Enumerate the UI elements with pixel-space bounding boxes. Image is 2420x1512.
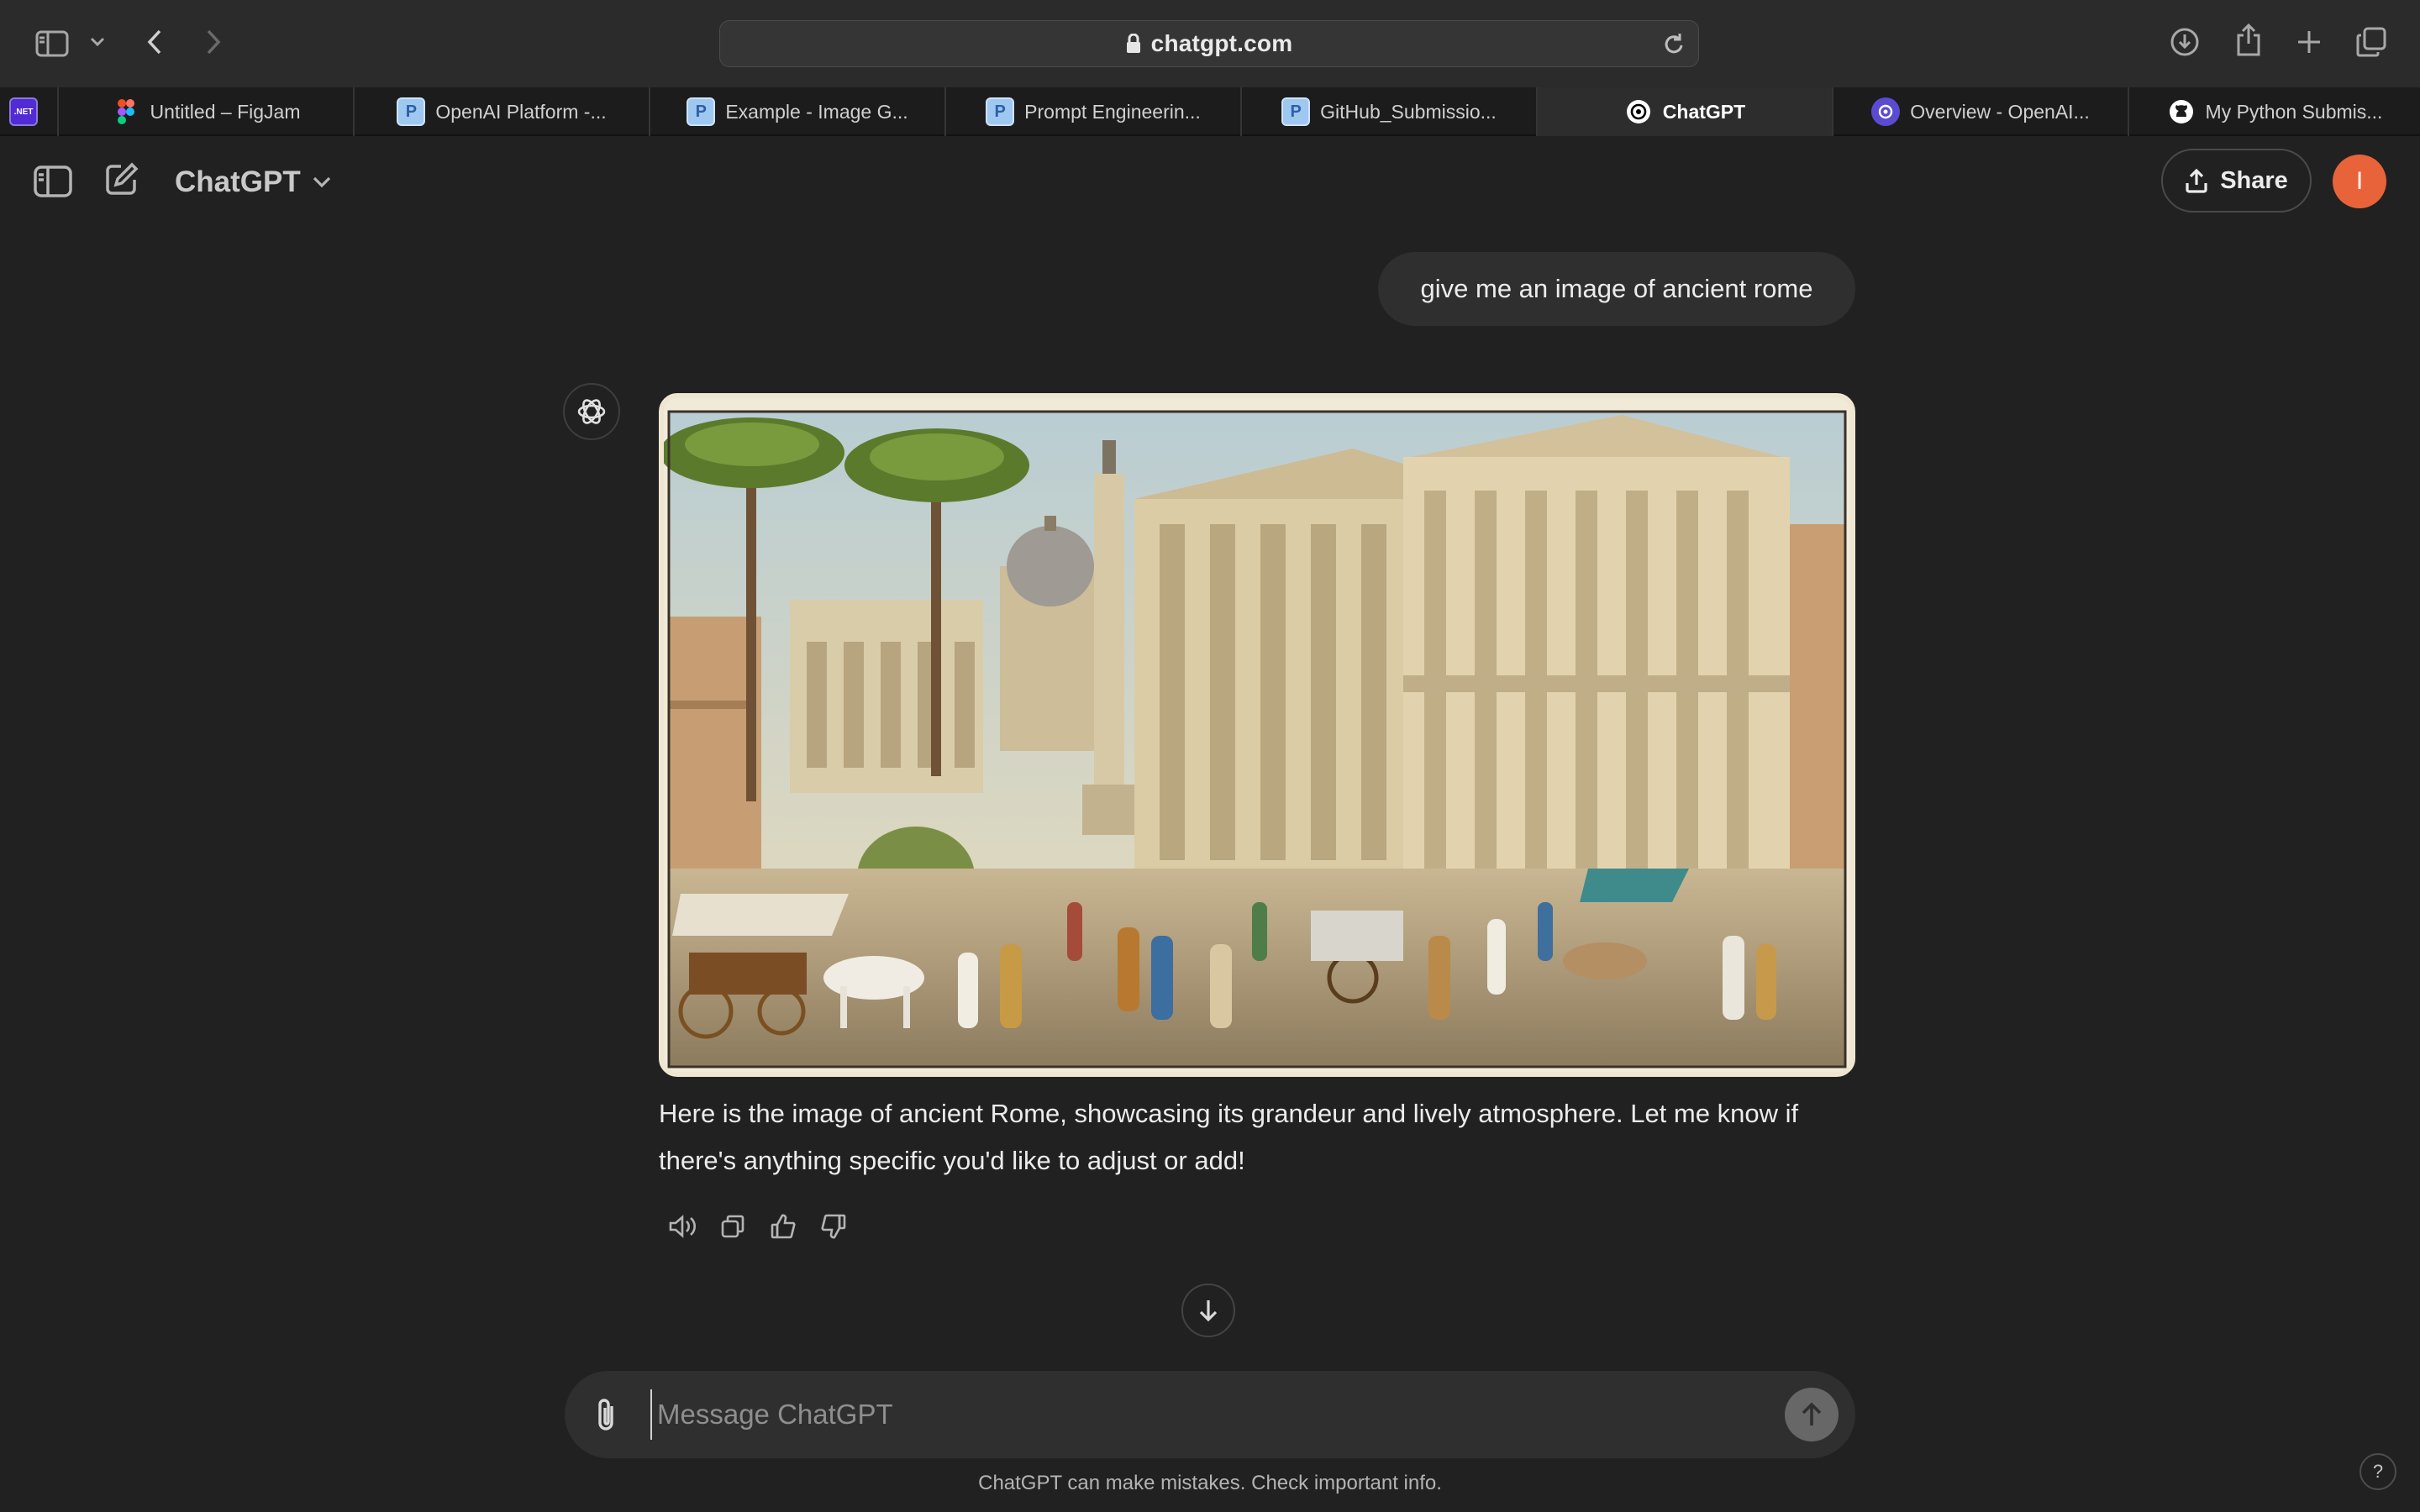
chevron-down-icon[interactable] bbox=[87, 32, 108, 52]
dotnet-icon: .NET bbox=[9, 97, 38, 126]
assistant-message: Here is the image of ancient Rome, showc… bbox=[659, 1099, 1799, 1175]
tab-label: Untitled – FigJam bbox=[150, 100, 301, 123]
url-bar[interactable]: chatgpt.com bbox=[719, 20, 1699, 67]
tab-label: OpenAI Platform -... bbox=[435, 100, 607, 123]
thumbs-down-icon[interactable] bbox=[808, 1210, 859, 1243]
model-name: ChatGPT bbox=[175, 165, 301, 198]
tab-label: GitHub_Submissio... bbox=[1320, 100, 1497, 123]
tab-strip: .NET Untitled – FigJam P OpenAI Platform… bbox=[0, 87, 2420, 136]
openai-icon bbox=[1624, 97, 1653, 126]
bookmark-p-icon: P bbox=[1281, 97, 1311, 126]
tab-overview-icon[interactable] bbox=[2354, 25, 2388, 59]
tab-dotnet[interactable]: .NET bbox=[0, 87, 59, 136]
tab-openai-overview[interactable]: Overview - OpenAI... bbox=[1833, 87, 2129, 136]
tab-github[interactable]: My Python Submis... bbox=[2129, 87, 2420, 136]
generated-image[interactable] bbox=[659, 393, 1855, 1077]
disclaimer: ChatGPT can make mistakes. Check importa… bbox=[978, 1472, 1442, 1494]
composer bbox=[565, 1371, 1855, 1458]
bookmark-p-icon: P bbox=[687, 97, 716, 126]
tab-github-submission[interactable]: P GitHub_Submissio... bbox=[1242, 87, 1538, 136]
message-actions bbox=[657, 1210, 859, 1243]
arrow-up-icon bbox=[1800, 1401, 1823, 1428]
share-sheet-icon[interactable] bbox=[2232, 22, 2265, 59]
tab-label: Overview - OpenAI... bbox=[1910, 100, 2090, 123]
share-label: Share bbox=[2220, 166, 2288, 194]
new-tab-icon[interactable] bbox=[2292, 25, 2326, 59]
tab-prompt-engineering[interactable]: P Prompt Engineerin... bbox=[946, 87, 1242, 136]
user-message: give me an image of ancient rome bbox=[1378, 252, 1855, 326]
bookmark-p-icon: P bbox=[986, 97, 1015, 126]
copy-icon[interactable] bbox=[708, 1210, 758, 1243]
upload-icon bbox=[2185, 168, 2208, 193]
arrow-down-icon bbox=[1197, 1298, 1219, 1323]
tab-label: Example - Image G... bbox=[725, 100, 908, 123]
app-header: ChatGPT Share I bbox=[0, 136, 2420, 227]
model-switcher[interactable]: ChatGPT bbox=[175, 161, 331, 203]
tab-chatgpt[interactable]: ChatGPT bbox=[1538, 87, 1833, 136]
share-button[interactable]: Share bbox=[2161, 149, 2312, 213]
avatar[interactable]: I bbox=[2333, 155, 2386, 208]
tab-openai-platform[interactable]: P OpenAI Platform -... bbox=[355, 87, 650, 136]
chatgpt-logo-icon bbox=[563, 383, 620, 440]
downloads-icon[interactable] bbox=[2168, 25, 2202, 59]
browser-toolbar: chatgpt.com bbox=[0, 0, 2420, 87]
new-chat-icon[interactable] bbox=[104, 161, 139, 197]
tab-label: My Python Submis... bbox=[2205, 100, 2383, 123]
github-icon bbox=[2167, 97, 2196, 126]
lock-icon bbox=[1126, 34, 1141, 54]
chevron-down-icon bbox=[313, 176, 331, 188]
help-button[interactable]: ? bbox=[2360, 1453, 2396, 1490]
read-aloud-icon[interactable] bbox=[657, 1210, 708, 1243]
url-text: chatgpt.com bbox=[1150, 30, 1293, 56]
message-input[interactable] bbox=[650, 1389, 1743, 1440]
sidebar-toggle-icon[interactable] bbox=[34, 27, 71, 60]
tab-label: ChatGPT bbox=[1662, 100, 1746, 123]
paperclip-icon[interactable] bbox=[593, 1396, 620, 1433]
send-button[interactable] bbox=[1785, 1388, 1839, 1441]
openai-icon bbox=[1871, 97, 1901, 126]
tab-figjam[interactable]: Untitled – FigJam bbox=[59, 87, 355, 136]
figma-icon bbox=[112, 97, 140, 126]
back-icon[interactable] bbox=[141, 25, 168, 59]
thumbs-up-icon[interactable] bbox=[758, 1210, 808, 1243]
tab-example-image[interactable]: P Example - Image G... bbox=[650, 87, 946, 136]
bookmark-p-icon: P bbox=[397, 97, 426, 126]
tab-label: Prompt Engineerin... bbox=[1024, 100, 1201, 123]
forward-icon[interactable] bbox=[200, 25, 227, 59]
sidebar-toggle-icon[interactable] bbox=[34, 165, 72, 198]
scroll-to-bottom-button[interactable] bbox=[1181, 1284, 1235, 1337]
reload-icon[interactable] bbox=[1663, 33, 1685, 60]
